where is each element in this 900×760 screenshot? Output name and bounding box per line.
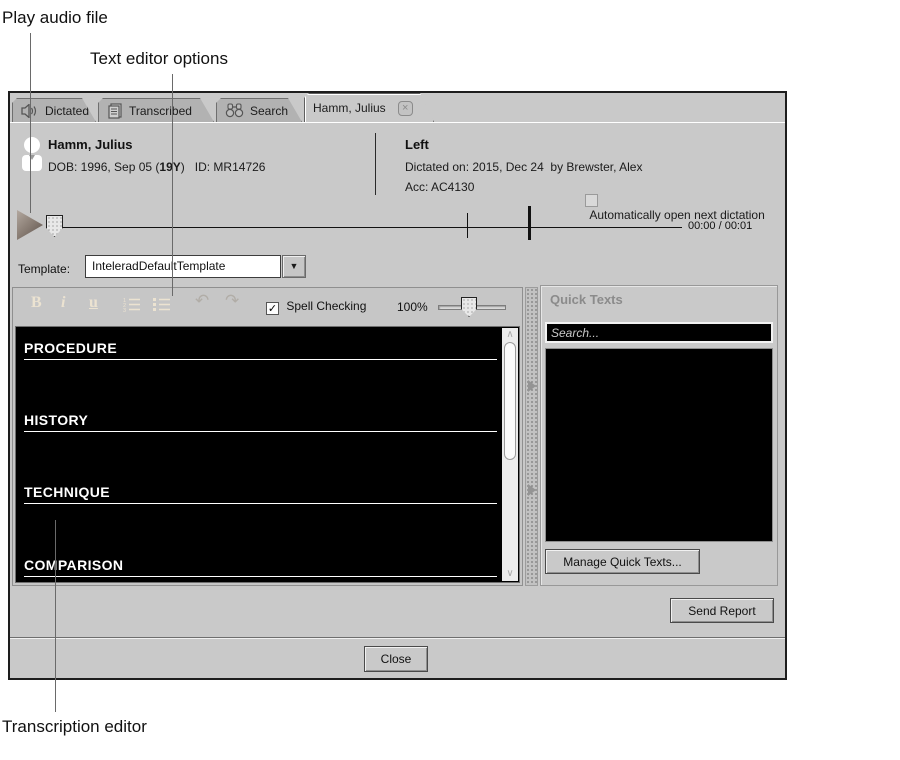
play-button[interactable]: [17, 210, 43, 240]
spell-checking-label: Spell Checking: [286, 299, 366, 313]
numbered-list-button[interactable]: 123: [123, 297, 141, 317]
editor-section-heading: PROCEDURE: [24, 340, 497, 360]
scroll-up-icon[interactable]: ∧: [502, 328, 518, 342]
underline-button[interactable]: u: [89, 294, 98, 312]
tab-hamm-julius[interactable]: Hamm, Julius ×: [304, 93, 434, 122]
editor-section-heading: HISTORY: [24, 412, 497, 432]
patient-age: 19Y: [159, 160, 180, 174]
tab-label: Dictated: [45, 104, 89, 118]
editor-toolbar: B i u 123 ↶ ↷ ✓ Spell Checking 100%: [13, 288, 522, 326]
tab-label: Transcribed: [129, 104, 192, 118]
editor-panel: B i u 123 ↶ ↷ ✓ Spell Checking 100% PROC…: [12, 287, 523, 586]
editor-scrollbar[interactable]: ∧ ∨: [502, 328, 518, 581]
panel-splitter[interactable]: [525, 287, 538, 586]
quick-texts-list[interactable]: [545, 348, 773, 542]
audio-marker-2: [528, 206, 531, 240]
annotation-line-play-audio: [30, 33, 31, 213]
audio-slider-track[interactable]: [50, 227, 682, 228]
editor-section-heading: TECHNIQUE: [24, 484, 497, 504]
dob-text: DOB: 1996, Sep 05 (: [48, 160, 159, 174]
tab-bar: Dictated Transcribed Search Hamm, Julius…: [10, 93, 785, 122]
transcription-editor-area[interactable]: PROCEDURE HISTORY TECHNIQUE COMPARISON ∧…: [15, 326, 520, 583]
bottom-separator: [10, 637, 785, 639]
splitter-arrow-icon[interactable]: [528, 380, 536, 392]
close-button[interactable]: Close: [364, 646, 428, 672]
transcription-window: Dictated Transcribed Search Hamm, Julius…: [8, 91, 787, 680]
zoom-slider-thumb[interactable]: [461, 297, 477, 317]
tab-transcribed[interactable]: Transcribed: [98, 98, 214, 122]
editor-scrollbar-thumb[interactable]: [504, 342, 516, 460]
header-divider: [375, 133, 376, 195]
splitter-arrow-icon[interactable]: [528, 484, 536, 496]
redo-button[interactable]: ↷: [225, 291, 239, 311]
scroll-down-icon[interactable]: ∨: [502, 567, 518, 581]
tab-divider: [10, 122, 785, 123]
svg-text:3: 3: [123, 308, 126, 312]
tab-label: Hamm, Julius: [313, 101, 386, 115]
undo-button[interactable]: ↶: [195, 291, 209, 311]
auto-open-checkbox[interactable]: [585, 194, 598, 207]
tab-label: Search: [250, 104, 288, 118]
close-icon[interactable]: ×: [398, 101, 413, 116]
dob-suffix: ): [181, 160, 195, 174]
quick-texts-search-input[interactable]: [545, 322, 773, 343]
annotation-line-text-editor-options: [172, 74, 173, 296]
audio-slider-thumb[interactable]: [46, 215, 63, 237]
quick-texts-title: Quick Texts: [550, 292, 623, 307]
italic-button[interactable]: i: [61, 294, 65, 312]
annotation-play-audio: Play audio file: [2, 8, 108, 28]
dictated-on-text: Dictated on: 2015, Dec 24 by Brewster, A…: [405, 160, 642, 174]
template-label: Template:: [18, 262, 70, 276]
tab-dictated[interactable]: Dictated: [12, 98, 96, 122]
document-icon: [107, 103, 123, 119]
spell-checking-row: ✓ Spell Checking: [266, 299, 366, 315]
audio-time: 00:00 / 00:01: [688, 220, 752, 232]
audio-marker-1: [467, 213, 468, 238]
annotation-line-transcription-editor: [55, 520, 56, 712]
chevron-down-icon: ▼: [290, 261, 299, 271]
send-report-button[interactable]: Send Report: [670, 598, 774, 623]
accession-number: Acc: AC4130: [405, 180, 474, 194]
patient-avatar-body-icon: [22, 155, 42, 171]
annotation-text-editor-options: Text editor options: [90, 49, 228, 69]
binoculars-icon: [225, 103, 244, 118]
template-combobox[interactable]: InteleradDefaultTemplate: [85, 255, 281, 278]
patient-avatar-icon: [24, 137, 40, 153]
template-dropdown-button[interactable]: ▼: [282, 255, 306, 278]
bold-button[interactable]: B: [31, 294, 42, 312]
annotation-transcription-editor: Transcription editor: [2, 717, 147, 737]
patient-id: ID: MR14726: [195, 160, 266, 174]
spell-checking-checkbox[interactable]: ✓: [266, 302, 279, 315]
patient-name: Hamm, Julius: [48, 137, 133, 152]
quick-texts-panel: Quick Texts Manage Quick Texts...: [540, 285, 778, 586]
zoom-value: 100%: [397, 300, 428, 314]
manage-quick-texts-button[interactable]: Manage Quick Texts...: [545, 549, 700, 574]
patient-dob-id: DOB: 1996, Sep 05 (19Y) ID: MR14726: [48, 160, 265, 174]
tab-search[interactable]: Search: [216, 98, 302, 122]
editor-section-heading: COMPARISON: [24, 557, 497, 577]
bullet-list-button[interactable]: [153, 297, 171, 317]
study-title: Left: [405, 137, 429, 152]
